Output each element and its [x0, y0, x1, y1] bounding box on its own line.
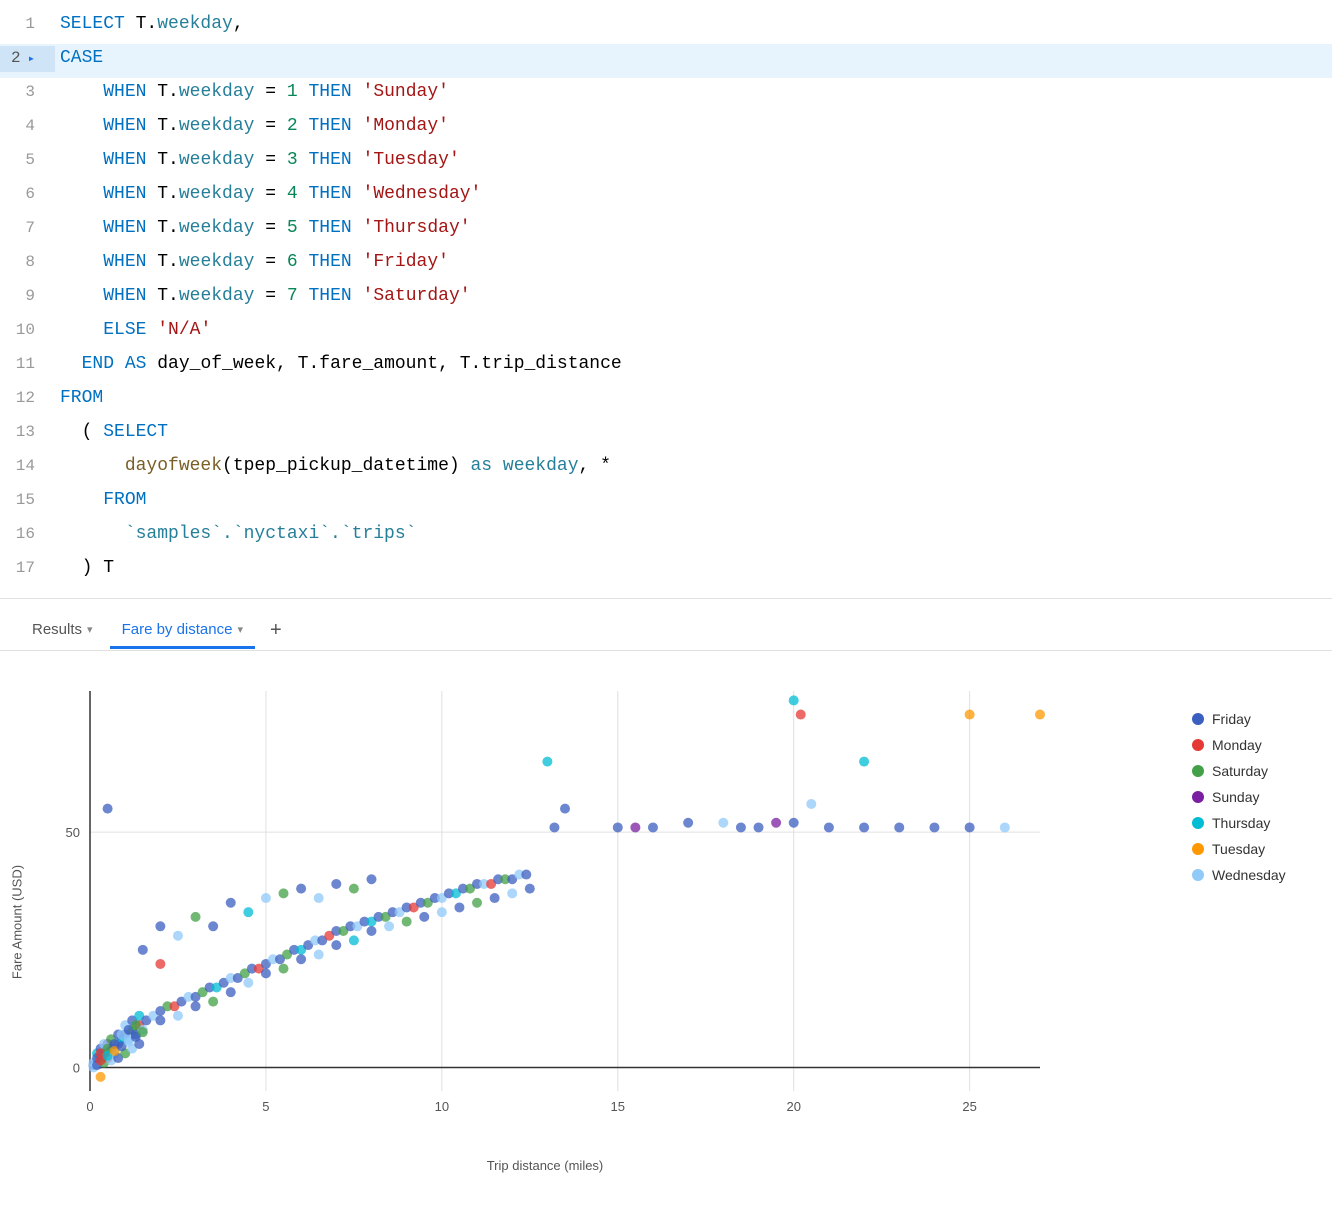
line-number-2: 2 ▸	[0, 46, 55, 72]
legend-dot-thursday	[1192, 817, 1204, 829]
svg-text:15: 15	[611, 1099, 625, 1114]
legend-dot-saturday	[1192, 765, 1204, 777]
code-line-1: 1SELECT T.weekday,	[0, 10, 1332, 44]
line-number-3: 3	[0, 80, 55, 106]
line-content-8: WHEN T.weekday = 6 THEN 'Friday'	[55, 248, 1332, 277]
line-number-4: 4	[0, 114, 55, 140]
legend-item-wednesday: Wednesday	[1192, 867, 1312, 883]
code-line-10: 10 ELSE 'N/A'	[0, 316, 1332, 350]
line-number-16: 16	[0, 522, 55, 548]
line-number-13: 13	[0, 420, 55, 446]
line-content-6: WHEN T.weekday = 4 THEN 'Wednesday'	[55, 180, 1332, 209]
code-editor: 1SELECT T.weekday,2 ▸CASE3 WHEN T.weekda…	[0, 0, 1332, 599]
code-line-5: 5 WHEN T.weekday = 3 THEN 'Tuesday'	[0, 146, 1332, 180]
legend-dot-sunday	[1192, 791, 1204, 803]
line-number-8: 8	[0, 250, 55, 276]
line-content-3: WHEN T.weekday = 1 THEN 'Sunday'	[55, 78, 1332, 107]
legend-label-wednesday: Wednesday	[1212, 867, 1286, 883]
legend-label-friday: Friday	[1212, 711, 1251, 727]
line-content-1: SELECT T.weekday,	[55, 10, 1332, 39]
legend-dot-monday	[1192, 739, 1204, 751]
line-number-12: 12	[0, 386, 55, 412]
svg-text:0: 0	[73, 1060, 80, 1075]
line-content-9: WHEN T.weekday = 7 THEN 'Saturday'	[55, 282, 1332, 311]
legend-item-friday: Friday	[1192, 711, 1312, 727]
line-content-15: FROM	[55, 486, 1332, 515]
code-line-9: 9 WHEN T.weekday = 7 THEN 'Saturday'	[0, 282, 1332, 316]
chart-area: Fare Amount (USD) 0 5 10 15 20 25 0 50 Trip dis…	[0, 651, 1332, 1195]
results-tab-label: Results	[32, 621, 82, 638]
code-line-14: 14 dayofweek(tpep_pickup_datetime) as we…	[0, 452, 1332, 486]
y-axis-label: Fare Amount (USD)	[10, 865, 25, 979]
legend-item-thursday: Thursday	[1192, 815, 1312, 831]
legend-label-sunday: Sunday	[1212, 789, 1259, 805]
svg-text:10: 10	[435, 1099, 449, 1114]
tab-fare-by-distance[interactable]: Fare by distance ▾	[110, 613, 255, 649]
code-line-6: 6 WHEN T.weekday = 4 THEN 'Wednesday'	[0, 180, 1332, 214]
line-number-5: 5	[0, 148, 55, 174]
legend-label-thursday: Thursday	[1212, 815, 1270, 831]
chart-container: Fare Amount (USD) 0510152025050 Trip dis…	[20, 671, 1172, 1175]
line-number-14: 14	[0, 454, 55, 480]
tab-results[interactable]: Results ▾	[20, 613, 105, 648]
code-line-3: 3 WHEN T.weekday = 1 THEN 'Sunday'	[0, 78, 1332, 112]
code-line-11: 11 END AS day_of_week, T.fare_amount, T.…	[0, 350, 1332, 384]
code-line-13: 13 ( SELECT	[0, 418, 1332, 452]
svg-text:50: 50	[66, 825, 80, 840]
x-axis-label: Trip distance (miles)	[20, 1158, 1070, 1173]
fare-tab-label: Fare by distance	[122, 621, 233, 638]
legend-dot-friday	[1192, 713, 1204, 725]
line-number-7: 7	[0, 216, 55, 242]
svg-text:25: 25	[962, 1099, 976, 1114]
code-line-8: 8 WHEN T.weekday = 6 THEN 'Friday'	[0, 248, 1332, 282]
line-content-7: WHEN T.weekday = 5 THEN 'Thursday'	[55, 214, 1332, 243]
line-number-10: 10	[0, 318, 55, 344]
legend-dot-tuesday	[1192, 843, 1204, 855]
line-number-17: 17	[0, 556, 55, 582]
svg-text:5: 5	[262, 1099, 269, 1114]
results-tabs: Results ▾ Fare by distance ▾ +	[0, 599, 1332, 651]
line-content-17: ) T	[55, 554, 1332, 583]
line-number-15: 15	[0, 488, 55, 514]
line-content-4: WHEN T.weekday = 2 THEN 'Monday'	[55, 112, 1332, 141]
line-content-5: WHEN T.weekday = 3 THEN 'Tuesday'	[55, 146, 1332, 175]
legend-label-monday: Monday	[1212, 737, 1262, 753]
fare-chevron-icon: ▾	[237, 623, 243, 636]
legend-item-sunday: Sunday	[1192, 789, 1312, 805]
legend-label-saturday: Saturday	[1212, 763, 1268, 779]
legend-item-saturday: Saturday	[1192, 763, 1312, 779]
code-line-4: 4 WHEN T.weekday = 2 THEN 'Monday'	[0, 112, 1332, 146]
svg-text:20: 20	[786, 1099, 800, 1114]
line-number-11: 11	[0, 352, 55, 378]
svg-text:0: 0	[86, 1099, 93, 1114]
legend-label-tuesday: Tuesday	[1212, 841, 1265, 857]
line-content-10: ELSE 'N/A'	[55, 316, 1332, 345]
code-line-17: 17 ) T	[0, 554, 1332, 588]
code-lines-container: 1SELECT T.weekday,2 ▸CASE3 WHEN T.weekda…	[0, 0, 1332, 598]
results-area: Results ▾ Fare by distance ▾ + Fare Amou…	[0, 599, 1332, 1195]
line-number-1: 1	[0, 12, 55, 38]
legend-dot-wednesday	[1192, 869, 1204, 881]
add-tab-button[interactable]: +	[260, 611, 292, 650]
line-content-13: ( SELECT	[55, 418, 1332, 447]
results-chevron-icon: ▾	[87, 623, 93, 636]
code-line-15: 15 FROM	[0, 486, 1332, 520]
code-line-7: 7 WHEN T.weekday = 5 THEN 'Thursday'	[0, 214, 1332, 248]
scatter-chart: 0 5 10 15 20 25 0 50	[20, 671, 1070, 1151]
line-content-12: FROM	[55, 384, 1332, 413]
legend-item-tuesday: Tuesday	[1192, 841, 1312, 857]
code-line-2: 2 ▸CASE	[0, 44, 1332, 78]
line-content-2: CASE	[55, 44, 1332, 73]
line-content-16: `samples`.`nyctaxi`.`trips`	[55, 520, 1332, 549]
code-line-12: 12FROM	[0, 384, 1332, 418]
chart-legend: Friday Monday Saturday Sunday Thursday Tuesda…	[1172, 671, 1312, 883]
line-number-9: 9	[0, 284, 55, 310]
code-line-16: 16 `samples`.`nyctaxi`.`trips`	[0, 520, 1332, 554]
legend-item-monday: Monday	[1192, 737, 1312, 753]
line-content-11: END AS day_of_week, T.fare_amount, T.tri…	[55, 350, 1332, 379]
line-content-14: dayofweek(tpep_pickup_datetime) as weekd…	[55, 452, 1332, 481]
line-number-6: 6	[0, 182, 55, 208]
